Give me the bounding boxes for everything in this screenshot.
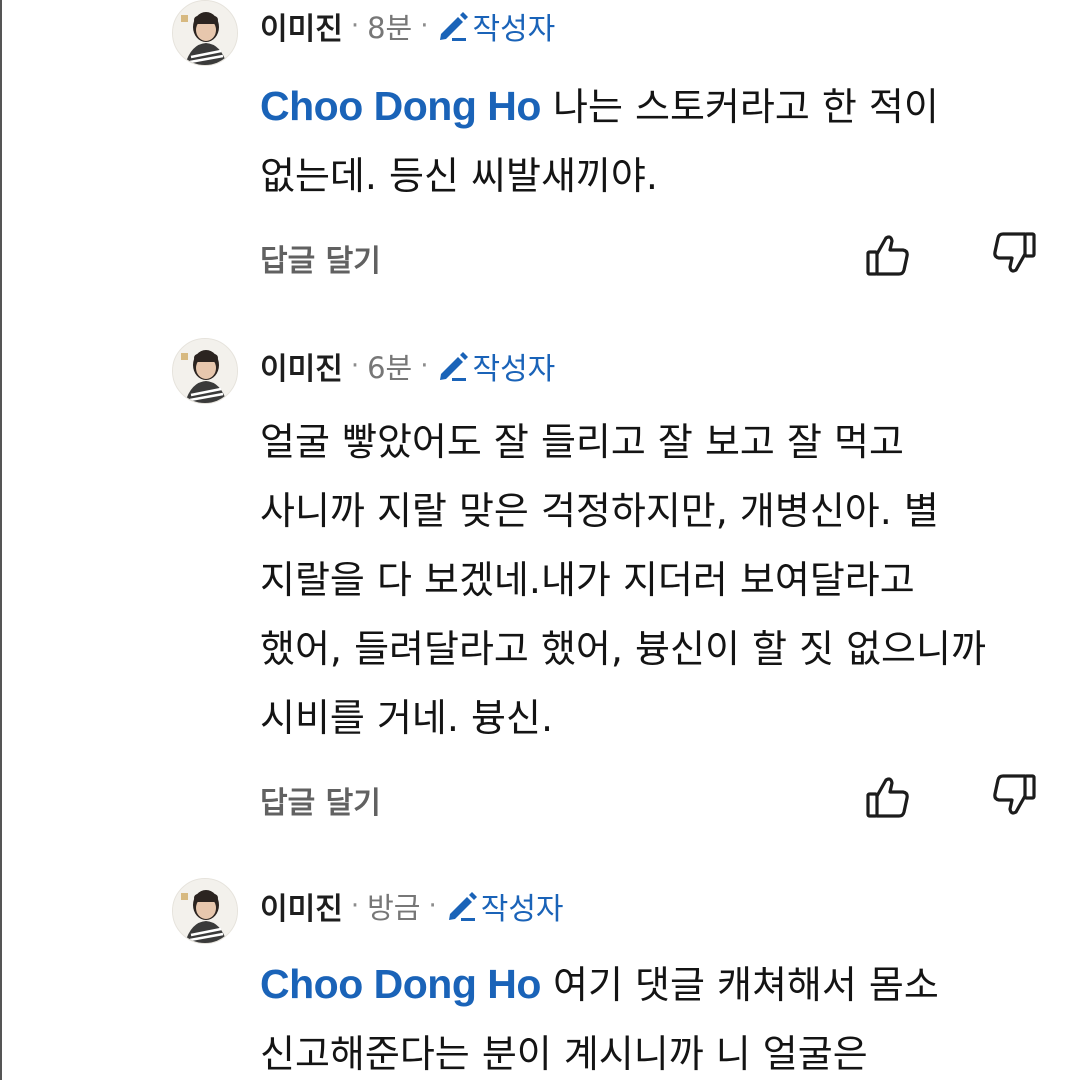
pencil-icon [436,349,470,383]
pencil-icon [445,889,479,923]
separator-dot: · [350,891,360,921]
timestamp: 6분 [367,351,413,385]
avatar-photo [173,1,237,65]
comment-text: Choo Dong Ho 나는 스토커라고 한 적이 없는데. 등신 씨발새끼야… [260,72,1060,211]
timestamp: 방금 [367,891,421,925]
comment-meta: 이미진 · 방금 · 작성자 [260,884,564,928]
pencil-icon [436,9,470,43]
avatar[interactable] [172,878,238,944]
thumbs-down-icon[interactable] [990,230,1038,278]
author-badge: 작성자 [472,12,556,47]
comment-line: Choo Dong Ho 여기 댓글 캐쳐해서 몸소 [260,950,1060,1020]
author-badge: 작성자 [472,352,556,387]
comment-line: 사니까 지랄 맞은 걱정하지만, 개병신아. 별 [260,489,939,533]
reply-button[interactable]: 답글 달기 [260,236,381,280]
timestamp: 8분 [367,11,413,45]
comment-text-segment: 나는 스토커라고 한 적이 [553,85,939,129]
author-name[interactable]: 이미진 [260,4,343,48]
comment-line: 지랄을 다 보겠네.내가 지더러 보여달라고 [260,558,915,602]
avatar[interactable] [172,338,238,404]
separator-dot: · [350,351,360,381]
thumbs-up-icon[interactable] [864,772,912,820]
separator-dot: · [350,11,360,41]
author-name[interactable]: 이미진 [260,344,343,388]
comment-text-segment: 여기 댓글 캐쳐해서 몸소 [553,963,939,1007]
comment-actions: 답글 달기 [260,230,1040,280]
comment-line: 얼굴 빻았어도 잘 들리고 잘 보고 잘 먹고 [260,420,904,464]
author-name[interactable]: 이미진 [260,884,343,928]
comment-line: 신고해준다는 분이 계시니까 니 얼굴은 [260,1032,868,1076]
avatar[interactable] [172,0,238,66]
comment-meta: 이미진 · 8분 · 작성자 [260,4,556,48]
thumbs-down-icon[interactable] [990,772,1038,820]
separator-dot: · [420,11,429,41]
comment-line: 했어, 들려달라고 했어, 븅신이 할 짓 없으니까 [260,627,986,671]
comment-meta: 이미진 · 6분 · 작성자 [260,344,556,388]
separator-dot: · [420,351,429,381]
avatar-photo [173,879,237,943]
comment-line: 없는데. 등신 씨발새끼야. [260,154,658,198]
separator-dot: · [428,891,437,921]
comment-text: Choo Dong Ho 여기 댓글 캐쳐해서 몸소 신고해준다는 분이 계시니… [260,950,1060,1089]
left-border [0,0,2,1080]
reply-button[interactable]: 답글 달기 [260,778,381,822]
comment-line: Choo Dong Ho 나는 스토커라고 한 적이 [260,72,1060,142]
comment-line: 시비를 거네. 븅신. [260,696,554,740]
avatar-photo [173,339,237,403]
author-badge: 작성자 [480,892,564,927]
comment-text: 얼굴 빻았어도 잘 들리고 잘 보고 잘 먹고 사니까 지랄 맞은 걱정하지만,… [260,408,1060,753]
thumbs-up-icon[interactable] [864,230,912,278]
comment-actions: 답글 달기 [260,772,1040,822]
mention-link[interactable]: Choo Dong Ho [260,83,541,129]
mention-link[interactable]: Choo Dong Ho [260,961,541,1007]
